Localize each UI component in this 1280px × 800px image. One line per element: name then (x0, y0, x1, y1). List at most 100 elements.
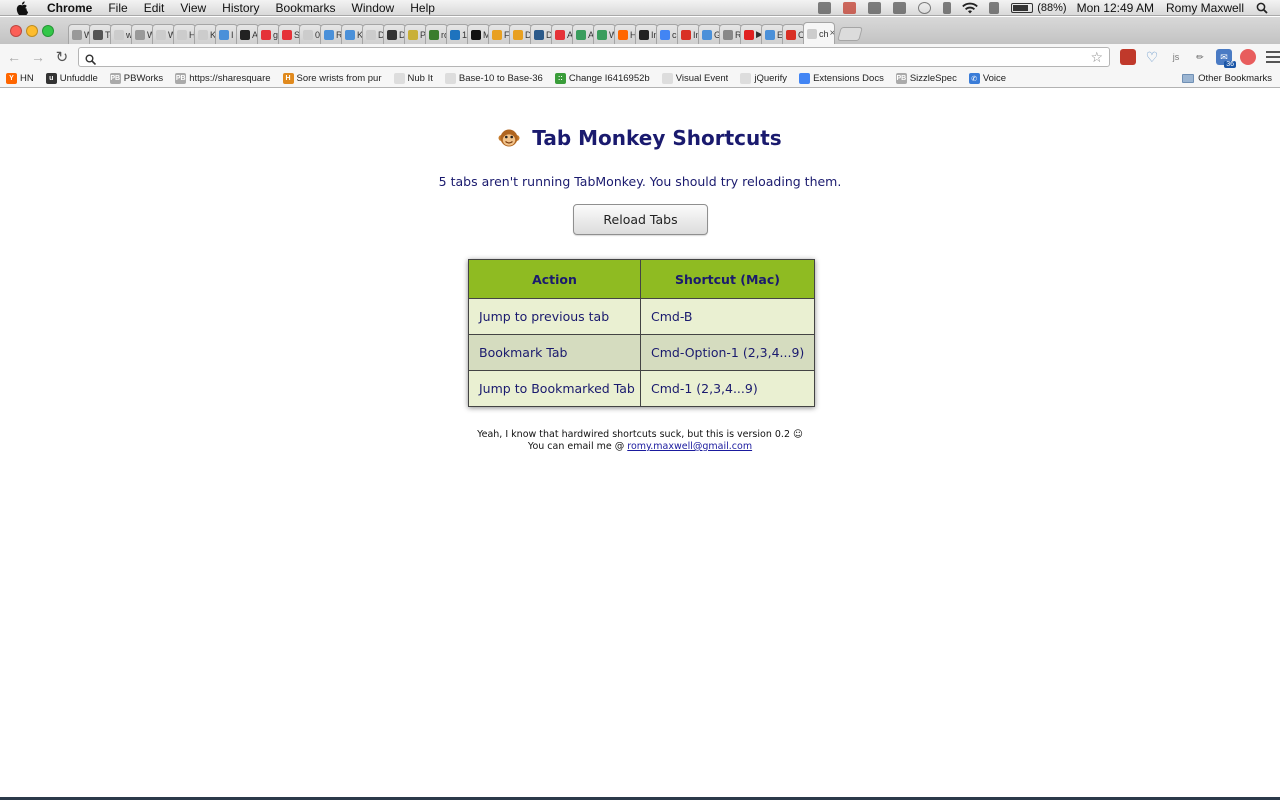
tab[interactable]: ch (656, 24, 679, 44)
js-extension-icon[interactable]: js (1168, 49, 1184, 65)
bookmark-item[interactable]: PB PBWorks (109, 73, 163, 84)
tab[interactable]: Wi (593, 24, 616, 44)
page-icon (444, 73, 456, 84)
bookmark-label: Voice (982, 73, 1007, 84)
page-icon (393, 73, 405, 84)
tab[interactable]: W W (68, 24, 91, 44)
bookmark-item[interactable]: jQuerify (740, 73, 787, 84)
menu-edit[interactable]: Edit (136, 0, 173, 16)
other-bookmarks-folder[interactable]: Other Bookmarks (1182, 73, 1272, 84)
tab[interactable]: Sit (278, 24, 301, 44)
zoom-window-button[interactable] (42, 24, 54, 37)
apple-icon[interactable] (15, 0, 29, 15)
tab[interactable]: Ra (320, 24, 343, 44)
tab[interactable]: 00 (299, 24, 322, 44)
tab[interactable]: Au (551, 24, 574, 44)
menu-app-name[interactable]: Chrome (37, 0, 100, 16)
reload-button[interactable]: ↻ (52, 47, 72, 67)
new-tab-button[interactable] (837, 27, 863, 41)
address-input[interactable] (101, 50, 1091, 64)
tab[interactable]: I R (215, 24, 238, 44)
bookmark-item[interactable]: PB SizzleSpec (895, 73, 957, 84)
tab[interactable]: Ru (719, 24, 742, 44)
wifi-icon[interactable] (962, 2, 979, 14)
tab[interactable]: An (236, 24, 259, 44)
browser-toolbar: ← → ↻ ☆ ♡ js ✏ ✉ 36 (0, 44, 1280, 70)
tab-favicon-icon (366, 29, 376, 40)
email-link[interactable]: romy.maxwell@gmail.com (627, 441, 752, 452)
menu-window[interactable]: Window (344, 0, 403, 16)
chrome-menu-icon[interactable] (1266, 51, 1280, 63)
screen-sharing-icon[interactable] (818, 1, 832, 14)
rainbow-extension-icon[interactable] (1240, 49, 1257, 65)
tab[interactable]: ro (425, 24, 448, 44)
tab[interactable]: ▶ (740, 24, 763, 44)
bookmark-item[interactable]: Extensions Docs (799, 73, 884, 84)
bookmark-item[interactable]: u Unfuddle (45, 73, 98, 84)
display-icon[interactable] (893, 1, 907, 14)
tab[interactable]: Wi (152, 24, 175, 44)
minimize-window-button[interactable] (26, 24, 38, 37)
battery-icon[interactable] (1011, 2, 1034, 13)
tab[interactable]: ww (110, 24, 133, 44)
menu-clock[interactable]: Mon 12:49 AM (1071, 1, 1160, 15)
spotlight-search-icon[interactable] (1256, 2, 1268, 14)
menu-file[interactable]: File (100, 0, 135, 16)
bookmark-star-icon[interactable]: ☆ (1090, 49, 1103, 66)
bookmark-item[interactable]: ✆ Voice (968, 73, 1007, 84)
tab[interactable]: De (530, 24, 553, 44)
voice-icon: ✆ (968, 73, 980, 84)
notification-icon[interactable] (843, 1, 857, 14)
menu-bookmarks[interactable]: Bookmarks (268, 0, 344, 16)
forward-button[interactable]: → (28, 47, 48, 67)
tab[interactable]: Gc (698, 24, 721, 44)
pen-extension-icon[interactable]: ✏ (1192, 49, 1208, 65)
bookmark-item[interactable]: Visual Event (661, 73, 728, 84)
menu-history[interactable]: History (214, 0, 267, 16)
menu-user-name[interactable]: Romy Maxwell (1160, 1, 1250, 15)
tab[interactable]: Ch (782, 24, 805, 44)
tab[interactable]: De (509, 24, 532, 44)
tab-favicon-icon (324, 29, 334, 40)
tab[interactable]: To (89, 24, 112, 44)
tab[interactable]: In (635, 24, 658, 44)
tab[interactable]: Au (572, 24, 595, 44)
reload-tabs-button[interactable]: Reload Tabs (573, 204, 708, 235)
bluetooth-icon[interactable] (943, 1, 952, 14)
tab[interactable]: Fi (488, 24, 511, 44)
tab[interactable]: Dc (383, 24, 406, 44)
gmail-checker-extension-icon[interactable]: ✉ 36 (1216, 49, 1237, 68)
bookmark-item[interactable]: PB https://sharesquare (175, 73, 271, 84)
bookmarks-bar: Y HN u Unfuddle PB PBWorks PB https://sharesqua… (0, 70, 1280, 88)
close-window-button[interactable] (10, 24, 22, 37)
tab[interactable]: Ka (194, 24, 217, 44)
tab[interactable]: Ex (761, 24, 784, 44)
tab[interactable]: M (467, 24, 490, 44)
tab[interactable]: W Ni (131, 24, 154, 44)
back-button[interactable]: ← (4, 47, 24, 67)
bookmark-item[interactable]: Base-10 to Base-36 (444, 73, 543, 84)
red-book-extension-icon[interactable] (1120, 49, 1137, 65)
close-tab-icon[interactable]: × (830, 28, 834, 39)
volume-icon[interactable] (989, 1, 1000, 14)
tab[interactable]: 10 (446, 24, 469, 44)
bookmark-item[interactable]: :: Change I6416952b (554, 73, 650, 84)
tab[interactable]: Hc (173, 24, 196, 44)
tab[interactable]: Dc (362, 24, 385, 44)
menu-view[interactable]: View (172, 0, 214, 16)
time-machine-icon[interactable] (918, 1, 932, 14)
tab[interactable]: ge (257, 24, 280, 44)
tab[interactable]: Ka (341, 24, 364, 44)
tab[interactable]: HN (614, 24, 637, 44)
bookmark-item[interactable]: H Sore wrists from pur (282, 73, 382, 84)
heart-extension-icon[interactable]: ♡ (1144, 49, 1160, 65)
tab[interactable]: Inl (677, 24, 700, 44)
gears-icon[interactable] (868, 1, 882, 14)
omnibox[interactable]: ☆ (77, 47, 1111, 67)
hf-icon: H (282, 73, 294, 84)
tab-active[interactable]: ch × (803, 22, 835, 44)
bookmark-item[interactable]: Nub It (393, 73, 433, 84)
bookmark-item[interactable]: Y HN (6, 73, 34, 84)
menu-help[interactable]: Help (402, 0, 443, 16)
tab[interactable]: Pl (404, 24, 427, 44)
